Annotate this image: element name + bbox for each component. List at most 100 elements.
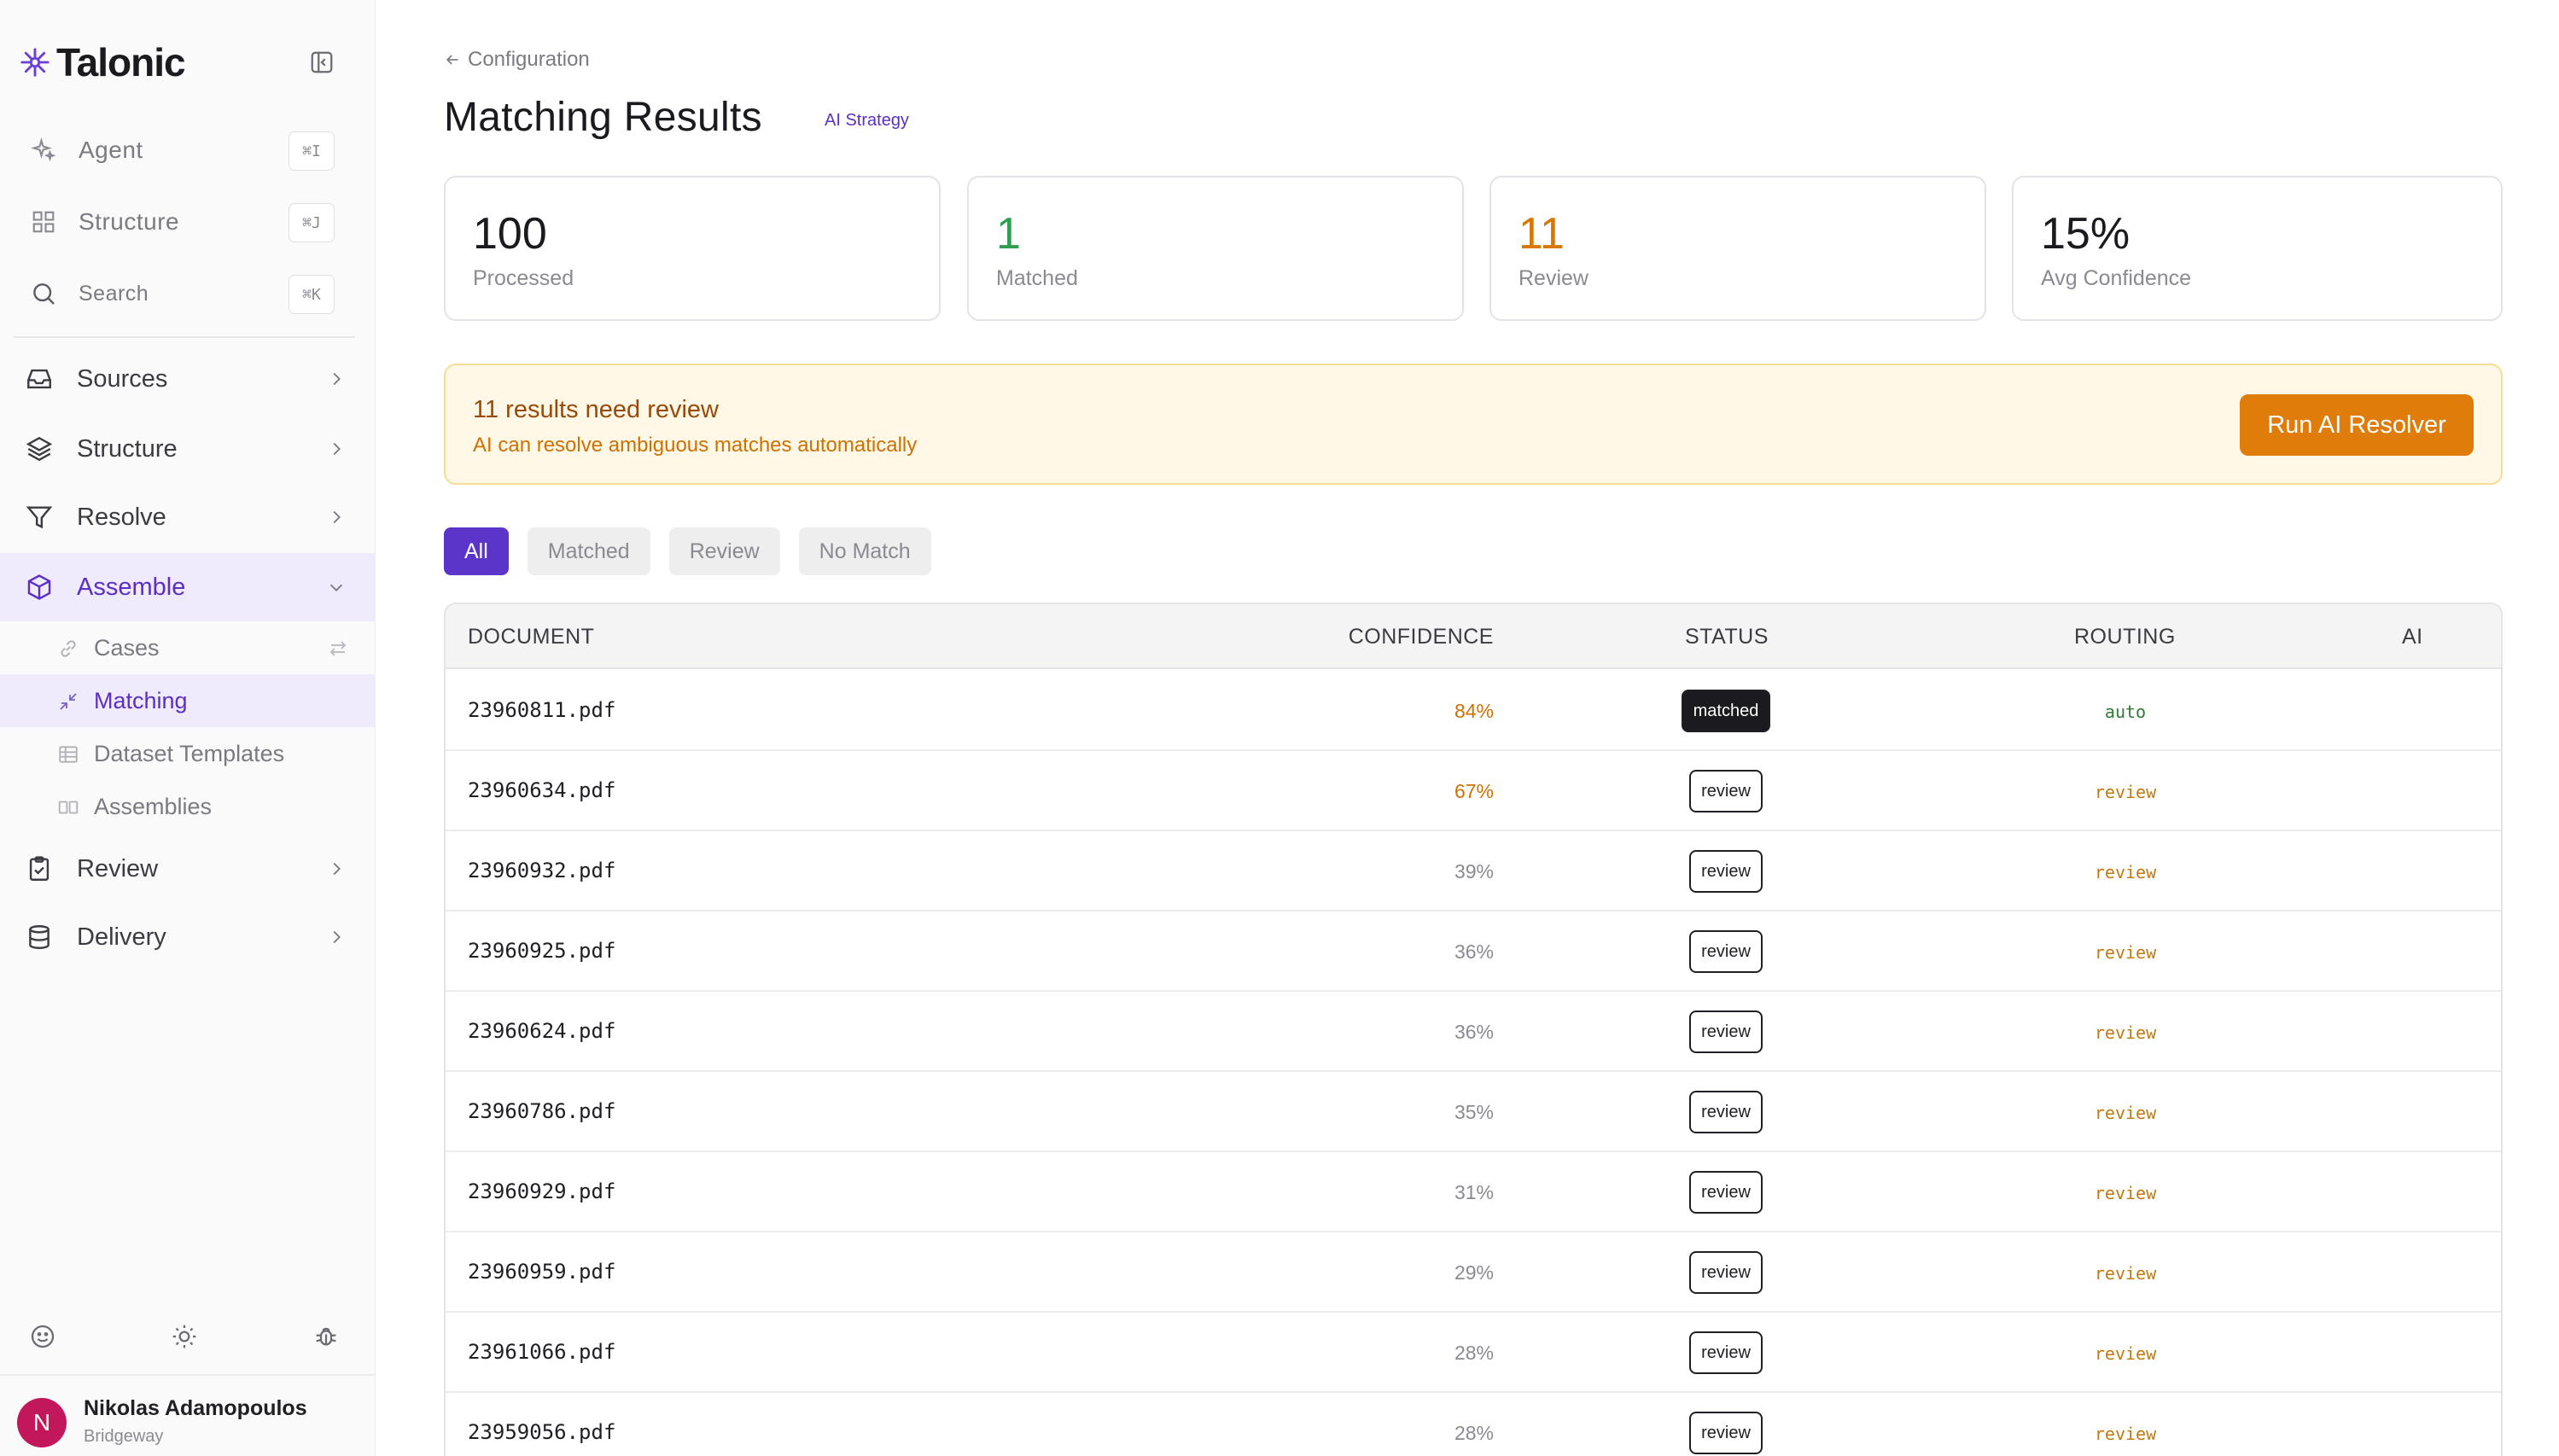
chevron-right-icon [324, 505, 348, 529]
column-header-routing[interactable]: ROUTING [2074, 625, 2176, 649]
filter-review[interactable]: Review [668, 527, 780, 575]
column-header-document[interactable]: DOCUMENT [468, 625, 594, 649]
filter-matched[interactable]: Matched [527, 527, 650, 575]
shortcut-badge: ⌘I [289, 131, 335, 171]
quick-structure-label: Structure [79, 208, 180, 235]
filter-no-match[interactable]: No Match [798, 527, 931, 575]
sidebar-item-sources[interactable]: Sources [0, 345, 376, 413]
table-header: DOCUMENT CONFIDENCE STATUS ROUTING AI [446, 604, 2501, 669]
back-link-label: Configuration [468, 48, 590, 71]
back-link[interactable]: Configuration [444, 48, 590, 72]
arrow-left-icon [446, 55, 458, 65]
stat-card-processed: 100 Processed [444, 176, 941, 321]
user-organization: Bridgeway [84, 1427, 164, 1446]
status-cell: review [1675, 850, 1777, 893]
arrows-in-icon [56, 690, 80, 713]
routing-value: auto [2104, 702, 2147, 722]
sidebar-item-assemble[interactable]: Assemble [0, 553, 376, 621]
run-ai-resolver-button[interactable]: Run AI Resolver [2240, 394, 2474, 456]
stat-caption: Matched [996, 266, 1078, 290]
sun-icon[interactable] [169, 1321, 200, 1352]
document-name[interactable]: 23960925.pdf [468, 939, 615, 963]
strategy-badge: AI Strategy [825, 111, 909, 130]
confidence-value: 31% [1454, 1181, 1494, 1203]
table-row[interactable]: 23960929.pdf 31% review review [446, 1152, 2501, 1232]
column-header-confidence[interactable]: CONFIDENCE [1349, 625, 1494, 649]
sidebar-footer [0, 1314, 376, 1357]
chevron-right-icon [324, 857, 348, 881]
routing-value: review [2094, 1263, 2157, 1284]
stat-card-avg-confidence: 15% Avg Confidence [2012, 176, 2503, 321]
brand[interactable]: Talonic [19, 34, 186, 90]
routing-value: review [2094, 1183, 2157, 1203]
quick-search[interactable]: Search ⌘K [17, 266, 341, 321]
table-row[interactable]: 23960811.pdf 84% matched auto [446, 671, 2501, 751]
table-row[interactable]: 23960634.pdf 67% review review [446, 751, 2501, 831]
sidebar-subitem-assemblies[interactable]: Assemblies [0, 780, 376, 833]
status-cell: review [1675, 1091, 1777, 1133]
status-badge: review [1689, 770, 1763, 812]
sparkle-icon [29, 136, 58, 165]
status-badge: review [1689, 1010, 1763, 1053]
confidence-value: 67% [1454, 780, 1494, 802]
sidebar-item-label: Structure [77, 434, 178, 463]
sidebar-subitem-label: Dataset Templates [94, 741, 285, 766]
stat-caption: Review [1518, 266, 1588, 290]
document-name[interactable]: 23961066.pdf [468, 1340, 615, 1364]
document-name[interactable]: 23960634.pdf [468, 778, 615, 802]
status-badge: review [1689, 850, 1763, 893]
sidebar-item-review[interactable]: Review [0, 835, 376, 903]
sidebar-item-structure[interactable]: Structure [0, 415, 376, 483]
quick-structure[interactable]: Structure ⌘J [17, 195, 341, 249]
sidebar-subitem-matching[interactable]: Matching [0, 674, 376, 727]
table-row[interactable]: 23960932.pdf 39% review review [446, 831, 2501, 911]
document-name[interactable]: 23960929.pdf [468, 1179, 615, 1203]
table-row[interactable]: 23959056.pdf 28% review review [446, 1393, 2501, 1456]
table-row[interactable]: 23960624.pdf 36% review review [446, 992, 2501, 1072]
clipboard-check-icon [24, 853, 55, 884]
routing-value: review [2094, 1343, 2157, 1364]
sidebar-item-resolve[interactable]: Resolve [0, 483, 376, 551]
sidebar-item-label: Assemble [77, 573, 186, 601]
document-name[interactable]: 23960786.pdf [468, 1099, 615, 1123]
status-cell: review [1675, 1331, 1777, 1374]
confidence-value: 29% [1454, 1261, 1494, 1284]
sidebar-subitem-label: Assemblies [94, 794, 213, 819]
filter-tabs: All Matched Review No Match [444, 527, 931, 575]
avatar[interactable]: N [17, 1398, 67, 1447]
quick-agent[interactable]: Agent ⌘I [17, 123, 341, 178]
table-row[interactable]: 23960959.pdf 29% review review [446, 1232, 2501, 1313]
sidebar-subitem-cases[interactable]: Cases [0, 621, 376, 674]
status-badge: review [1689, 1331, 1763, 1374]
filter-all[interactable]: All [444, 527, 509, 575]
bug-icon[interactable] [311, 1321, 341, 1352]
stat-value: 15% [2041, 209, 2131, 259]
user-name: Nikolas Adamopoulos [84, 1396, 307, 1420]
document-name[interactable]: 23960959.pdf [468, 1260, 615, 1284]
table-row[interactable]: 23961066.pdf 28% review review [446, 1313, 2501, 1393]
table-row[interactable]: 23960786.pdf 35% review review [446, 1072, 2501, 1152]
chevron-down-icon [324, 575, 348, 599]
review-alert: 11 results need review AI can resolve am… [444, 364, 2503, 485]
sidebar-item-delivery[interactable]: Delivery [0, 903, 376, 971]
smiley-icon[interactable] [27, 1321, 58, 1352]
document-name[interactable]: 23960624.pdf [468, 1019, 615, 1043]
table-row[interactable]: 23960925.pdf 36% review review [446, 911, 2501, 992]
sidebar-subitem-dataset-templates[interactable]: Dataset Templates [0, 727, 376, 780]
confidence-value: 39% [1454, 860, 1494, 882]
confidence-value: 28% [1454, 1422, 1494, 1444]
document-name[interactable]: 23960811.pdf [468, 698, 615, 722]
document-name[interactable]: 23959056.pdf [468, 1420, 615, 1444]
results-table: DOCUMENT CONFIDENCE STATUS ROUTING AI 23… [444, 603, 2503, 1456]
column-header-ai[interactable]: AI [2402, 625, 2423, 649]
swap-icon[interactable] [326, 637, 350, 661]
sidebar-collapse-button[interactable] [307, 48, 336, 77]
status-badge: matched [1681, 690, 1771, 732]
routing-value: review [2094, 1022, 2157, 1043]
document-name[interactable]: 23960932.pdf [468, 859, 615, 882]
sidebar-subitem-label: Matching [94, 688, 188, 713]
page-title: Matching Results [444, 95, 762, 140]
column-header-status[interactable]: STATUS [1685, 625, 1769, 649]
talonic-logo-icon [20, 48, 50, 77]
status-cell: review [1675, 1251, 1777, 1294]
